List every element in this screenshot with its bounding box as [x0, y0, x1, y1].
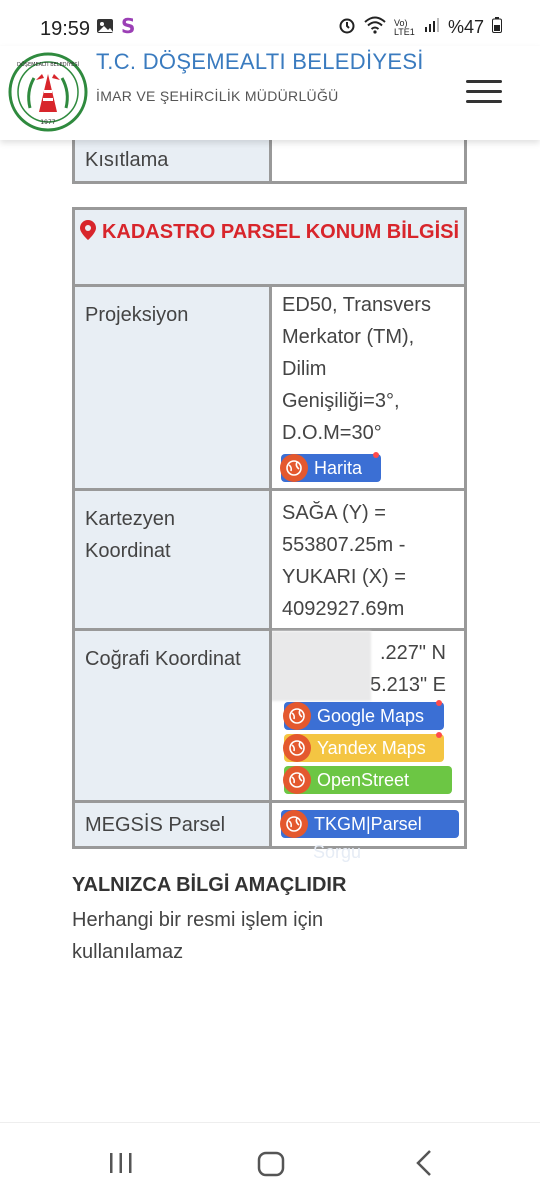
cartesian-line: 4092927.69m — [282, 598, 405, 620]
battery-percent: %47 — [447, 17, 484, 37]
s-app-icon: S — [120, 14, 136, 41]
harita-button[interactable]: Harita — [280, 452, 381, 482]
harita-button-label: Harita — [314, 457, 363, 478]
megsis-label: MEGSİS Parsel — [75, 803, 269, 846]
globe-icon — [283, 702, 311, 730]
logo-year: 1977 — [40, 119, 55, 126]
projection-line: Genişiliği=3°, — [282, 390, 400, 412]
projection-label: Projeksiyon — [75, 287, 269, 488]
restriction-label: Kısıtlama — [75, 140, 269, 181]
signal-icon — [424, 17, 440, 38]
yandex-maps-button[interactable]: Yandex Maps — [283, 732, 444, 762]
status-time: 19:59 — [40, 18, 91, 40]
header-title[interactable]: T.C. DÖŞEMEALTI BELEDİYESİ — [96, 49, 424, 75]
projection-line: D.O.M=30° — [282, 422, 382, 444]
cartesian-line: 553807.25m - — [282, 534, 406, 556]
battery-icon — [492, 17, 502, 38]
cartesian-label-line: Kartezyen — [85, 508, 176, 530]
notification-dot — [436, 700, 442, 706]
location-pin-icon — [79, 218, 96, 250]
cartesian-label-line: Koordinat — [85, 540, 171, 562]
projection-line: Dilim — [282, 358, 327, 380]
info-only-text: Herhangi bir resmi işlem için kullanılam… — [72, 909, 324, 963]
projection-line: ED50, Transvers — [282, 294, 431, 316]
globe-icon — [280, 810, 308, 838]
cartesian-line: YUKARI (X) = — [282, 566, 406, 588]
globe-icon — [283, 734, 311, 762]
image-icon — [96, 18, 114, 39]
home-icon[interactable] — [257, 1151, 285, 1182]
redacted-overlay — [271, 631, 371, 701]
globe-icon — [280, 454, 308, 482]
alarm-icon — [338, 16, 356, 39]
notification-dot — [436, 732, 442, 738]
hamburger-menu-icon[interactable] — [466, 80, 502, 104]
system-nav-bar — [0, 1122, 540, 1201]
status-bar: 19:59 S Vo) LTE1 %47 — [0, 0, 540, 50]
geographic-label-text: Coğrafi Koordinat — [85, 648, 241, 670]
recent-apps-icon[interactable] — [108, 1151, 134, 1180]
wifi-icon — [364, 16, 386, 39]
cartesian-line: SAĞA (Y) = — [282, 502, 386, 524]
restriction-value — [272, 140, 464, 181]
cadastre-table: KADASTRO PARSEL KONUM BİLGİSİ Projeksiyo… — [72, 207, 467, 862]
google-maps-button[interactable]: Google Maps — [283, 700, 444, 730]
geographic-label: Coğrafi Koordinat — [75, 631, 269, 800]
megsis-label-text: MEGSİS Parsel — [85, 814, 226, 836]
info-only-title: YALNIZCA BİLGİ AMAÇLIDIR — [72, 874, 347, 896]
app-header: 1977 DÖŞEMEALTI BELEDİYESİ T.C. DÖŞEMEAL… — [0, 46, 540, 140]
openstreet-label: OpenStreet — [317, 769, 410, 790]
header-subtitle: İMAR VE ŞEHİRCİLİK MÜDÜRLÜĞÜ — [96, 88, 339, 104]
cadastre-title-text: KADASTRO PARSEL KONUM BİLGİSİ — [101, 221, 460, 243]
svg-text:S: S — [121, 16, 135, 36]
tkgm-parsel-button[interactable]: TKGM|Parsel — [280, 810, 459, 838]
tkgm-parsel-label: TKGM|Parsel — [314, 813, 422, 834]
network-label: Vo) LTE1 — [393, 17, 415, 37]
logo-text: DÖŞEMEALTI BELEDİYESİ — [17, 61, 79, 68]
notification-dot — [373, 452, 379, 458]
yandex-maps-label: Yandex Maps — [317, 737, 426, 758]
cartesian-label: Kartezyen Koordinat — [75, 491, 269, 628]
projection-line: Merkator (TM), — [282, 326, 415, 348]
openstreet-button[interactable]: OpenStreet — [283, 766, 452, 794]
cadastre-section-title: KADASTRO PARSEL KONUM BİLGİSİ — [75, 210, 464, 284]
tkgm-overflow-text: Sorgu — [313, 842, 362, 862]
projection-label-text: Projeksiyon — [85, 304, 189, 326]
cartesian-value: SAĞA (Y) = 553807.25m - YUKARI (X) = 409… — [272, 491, 464, 628]
municipality-logo[interactable]: 1977 DÖŞEMEALTI BELEDİYESİ — [8, 52, 88, 132]
google-maps-label: Google Maps — [317, 705, 425, 726]
back-icon[interactable] — [414, 1149, 434, 1182]
globe-icon — [283, 766, 311, 794]
